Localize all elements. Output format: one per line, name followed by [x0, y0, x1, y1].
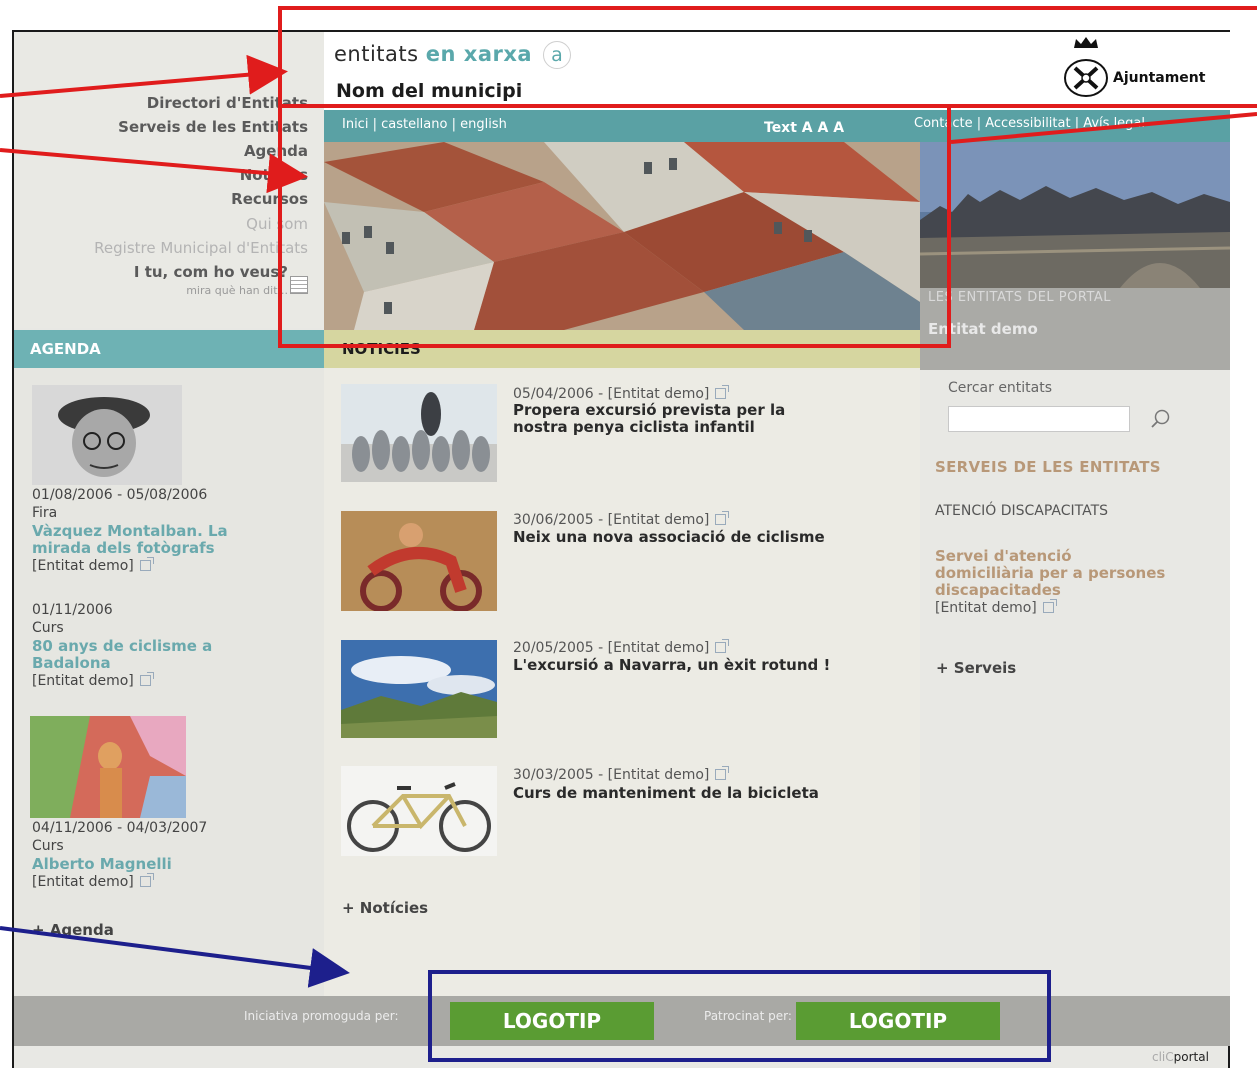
agenda-title[interactable]: 80 anys de ciclisme a — [32, 638, 212, 655]
agenda-category: Fira — [32, 505, 58, 521]
service-title[interactable]: Servei d'atenció domiciliària per a pers… — [935, 548, 1165, 599]
agenda-entity-label: [Entitat demo] — [32, 673, 134, 689]
agenda-thumb-painting[interactable] — [30, 716, 186, 818]
service-title-line2: domiciliària per a persones — [935, 564, 1166, 582]
news-title[interactable]: Neix una nova associació de ciclisme — [513, 529, 825, 546]
service-title-line1: Servei d'atenció — [935, 547, 1072, 565]
agenda-category: Curs — [32, 838, 64, 854]
search-icon[interactable] — [1150, 408, 1172, 430]
nav-i-tu[interactable]: I tu, com ho veus? — [134, 263, 288, 281]
agenda-heading: AGENDA — [30, 340, 101, 358]
more-news-link[interactable]: + Notícies — [342, 899, 428, 917]
news-meta: 30/06/2005 - [Entitat demo] — [513, 511, 730, 528]
entities-banner-label: LES ENTITATS DEL PORTAL — [928, 290, 1112, 305]
agenda-title-line2[interactable]: Badalona — [32, 655, 111, 672]
external-link-icon[interactable] — [139, 557, 154, 571]
annotation-header-box — [278, 6, 1257, 108]
search-label: Cercar entitats — [948, 380, 1053, 396]
agenda-thumb-portrait[interactable] — [32, 385, 182, 485]
services-heading: SERVEIS DE LES ENTITATS — [935, 458, 1161, 476]
service-category: ATENCIÓ DISCAPACITATS — [935, 503, 1109, 519]
clicportal-credit[interactable]: cliCportal — [1152, 1050, 1209, 1064]
agenda-date: 01/11/2006 — [32, 602, 113, 618]
news-meta: 20/05/2005 - [Entitat demo] — [513, 639, 730, 656]
external-link-icon[interactable] — [715, 385, 730, 399]
annotation-footer-box — [428, 970, 1051, 1062]
more-agenda-link[interactable]: + Agenda — [32, 921, 114, 939]
agenda-entity-label: [Entitat demo] — [32, 558, 134, 574]
service-entity-label: [Entitat demo] — [935, 600, 1037, 616]
news-meta-label: 05/04/2006 - [Entitat demo] — [513, 386, 710, 402]
agenda-entity[interactable]: [Entitat demo] — [32, 873, 154, 890]
news-thumb-bicycle[interactable] — [341, 766, 497, 856]
nav-registre[interactable]: Registre Municipal d'Entitats — [94, 239, 308, 257]
news-title[interactable]: L'excursió a Navarra, un èxit rotund ! — [513, 657, 830, 674]
annotation-banner-box — [278, 104, 951, 348]
news-thumb-penguins[interactable] — [341, 384, 497, 482]
external-link-icon[interactable] — [1042, 599, 1057, 613]
agenda-title-line2[interactable]: mirada dels fotògrafs — [32, 540, 215, 557]
news-title[interactable]: Propera excursió prevista per la — [513, 402, 785, 419]
agenda-title[interactable]: Alberto Magnelli — [32, 856, 172, 873]
news-title-line2[interactable]: nostra penya ciclista infantil — [513, 419, 755, 436]
external-link-icon[interactable] — [715, 766, 730, 780]
agenda-date: 01/08/2006 - 05/08/2006 — [32, 487, 208, 503]
service-entity[interactable]: [Entitat demo] — [935, 599, 1057, 616]
credit-prefix: cliC — [1152, 1050, 1174, 1064]
castle-photo — [920, 142, 1230, 288]
search-input[interactable] — [948, 406, 1130, 432]
agenda-entity[interactable]: [Entitat demo] — [32, 672, 154, 689]
news-thumb-landscape[interactable] — [341, 640, 497, 738]
news-meta-label: 20/05/2005 - [Entitat demo] — [513, 640, 710, 656]
news-meta: 05/04/2006 - [Entitat demo] — [513, 385, 730, 402]
more-services-link[interactable]: + Serveis — [936, 659, 1016, 677]
agenda-entity[interactable]: [Entitat demo] — [32, 557, 154, 574]
external-link-icon[interactable] — [715, 511, 730, 525]
news-meta-label: 30/03/2005 - [Entitat demo] — [513, 767, 710, 783]
agenda-entity-label: [Entitat demo] — [32, 874, 134, 890]
agenda-category: Curs — [32, 620, 64, 636]
news-title[interactable]: Curs de manteniment de la bicicleta — [513, 785, 819, 802]
agenda-date: 04/11/2006 - 04/03/2007 — [32, 820, 208, 836]
external-link-icon[interactable] — [139, 873, 154, 887]
credit-suffix: portal — [1173, 1050, 1209, 1064]
promoted-by-label: Iniciativa promoguda per: — [244, 1009, 399, 1023]
service-title-line3: discapacitades — [935, 581, 1061, 599]
news-meta-label: 30/06/2005 - [Entitat demo] — [513, 512, 710, 528]
agenda-title[interactable]: Vàzquez Montalban. La — [32, 523, 228, 540]
external-link-icon[interactable] — [139, 672, 154, 686]
nav-mira[interactable]: mira què han dit... — [186, 284, 288, 297]
news-meta: 30/03/2005 - [Entitat demo] — [513, 766, 730, 783]
external-link-icon[interactable] — [715, 639, 730, 653]
news-thumb-cyclist[interactable] — [341, 511, 497, 611]
